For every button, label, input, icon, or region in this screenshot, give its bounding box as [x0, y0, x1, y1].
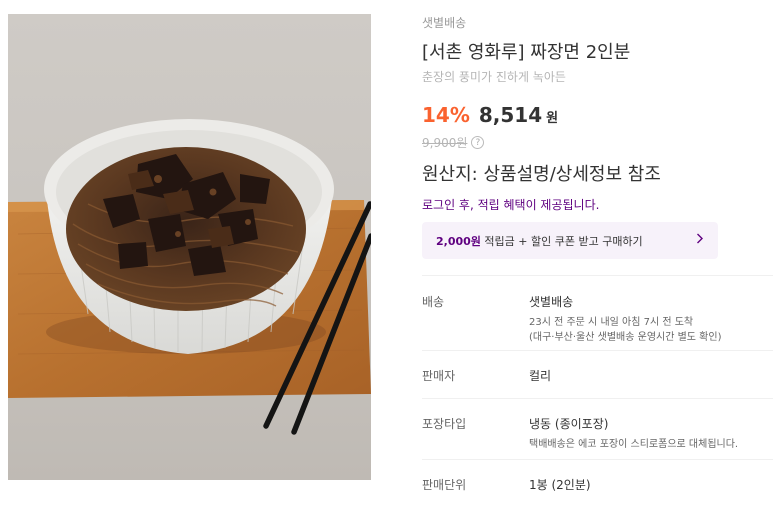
seller-label: 판매자 [422, 369, 456, 383]
original-price: 9,900원 [422, 136, 468, 150]
coupon-banner-button[interactable]: 2,000원 적립금 + 할인 쿠폰 받고 구매하기 [422, 222, 718, 259]
currency-unit: 원 [546, 111, 559, 126]
packaging-label: 포장타입 [422, 417, 467, 431]
original-price-row: 9,900원 ? [422, 134, 485, 151]
login-benefit-notice: 로그인 후, 적립 혜택이 제공됩니다. [422, 198, 600, 212]
product-image [8, 14, 371, 480]
coupon-amount: 2,000원 [436, 234, 481, 248]
discount-rate: 14% [422, 103, 470, 127]
price-row: 14% 8,514 원 [422, 103, 558, 127]
shipping-note-2: (대구·부산·울산 샛별배송 운영시간 별도 확인) [529, 332, 722, 343]
packaging-note: 택배배송은 에코 포장이 스티로폼으로 대체됩니다. [529, 439, 739, 450]
shipping-note-1: 23시 전 주문 시 내일 아침 7시 전 도착 [529, 317, 694, 328]
shipping-value: 샛별배송 [529, 295, 574, 309]
seller-value: 컬리 [529, 369, 552, 383]
chevron-right-icon [696, 233, 704, 248]
shipping-label: 배송 [422, 295, 445, 309]
delivery-tag: 샛별배송 [422, 16, 467, 30]
detail-row-unit: 판매단위 1봉 (2인분) [422, 459, 773, 507]
sale-price: 8,514 [478, 103, 543, 127]
origin-info: 원산지: 상품설명/상세정보 참조 [422, 164, 661, 185]
unit-label: 판매단위 [422, 478, 467, 492]
product-title: [서촌 영화루] 짜장면 2인분 [422, 42, 631, 63]
packaging-value: 냉동 (종이포장) [529, 417, 609, 431]
unit-value: 1봉 (2인분) [529, 478, 591, 492]
detail-table: 배송 샛별배송 23시 전 주문 시 내일 아침 7시 전 도착 (대구·부산·… [422, 275, 773, 507]
product-subtitle: 춘장의 풍미가 진하게 녹아든 [422, 70, 566, 84]
detail-row-shipping: 배송 샛별배송 23시 전 주문 시 내일 아침 7시 전 도착 (대구·부산·… [422, 275, 773, 350]
question-icon[interactable]: ? [471, 136, 485, 149]
detail-row-seller: 판매자 컬리 [422, 350, 773, 398]
detail-row-packaging: 포장타입 냉동 (종이포장) 택배배송은 에코 포장이 스티로폼으로 대체됩니다… [422, 398, 773, 459]
coupon-text: 적립금 + 할인 쿠폰 받고 구매하기 [480, 234, 643, 248]
